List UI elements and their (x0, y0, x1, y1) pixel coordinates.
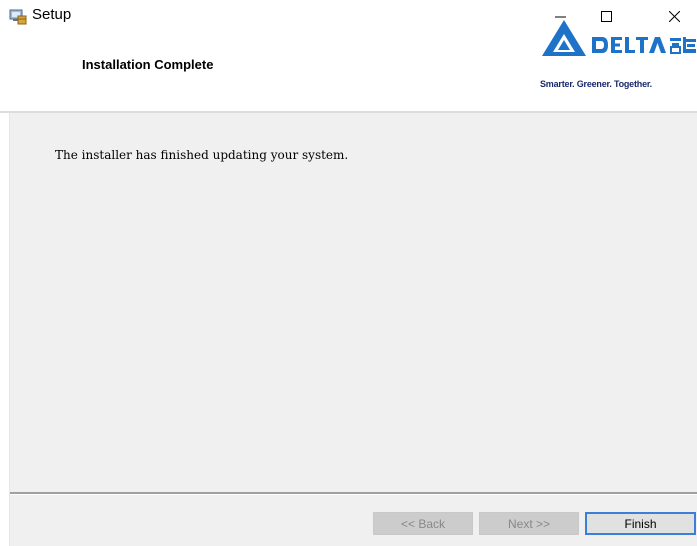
finish-button[interactable]: Finish (585, 512, 696, 535)
logo-tagline: Smarter. Greener. Together. (540, 79, 652, 89)
delta-logo (536, 16, 697, 74)
content-panel (10, 113, 697, 492)
next-button[interactable]: Next >> (479, 512, 579, 535)
status-message: The installer has finished updating your… (55, 148, 349, 162)
setup-window: Setup Installation Complete Smarter. Gre… (0, 0, 697, 546)
panel-edge (9, 113, 10, 546)
window-title: Setup (32, 6, 72, 23)
installer-app-icon (9, 9, 27, 25)
back-button[interactable]: << Back (373, 512, 473, 535)
page-title: Installation Complete (82, 57, 214, 72)
